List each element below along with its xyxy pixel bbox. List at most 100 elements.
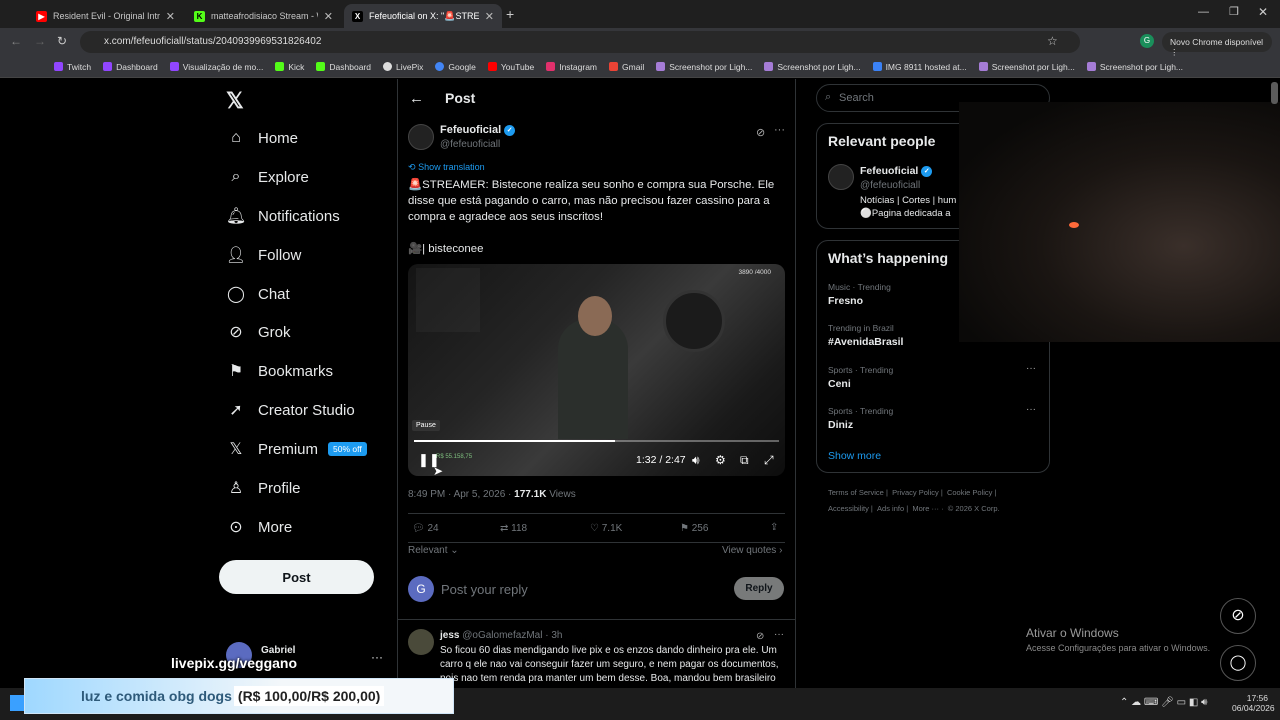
video-person	[558, 319, 628, 439]
volume-icon[interactable]: 🔊︎	[692, 453, 700, 468]
nav-follow[interactable]: 👤︎ Follow	[226, 240, 302, 270]
trend-item[interactable]: Trending in Brazil #AvenidaBrasil	[828, 323, 903, 348]
search-icon: ⌕	[825, 91, 832, 103]
reply-button[interactable]: Reply	[734, 577, 784, 600]
nav-explore[interactable]: ⌕ Explore	[226, 162, 309, 192]
grok-icon[interactable]: ⊘	[756, 631, 764, 642]
view-quotes-link[interactable]: View quotes ›	[722, 545, 782, 556]
address-bar[interactable]: x.com/fefeuoficiall/status/2040939969531…	[80, 31, 1080, 53]
repost-stat-button[interactable]: ⇄ 118	[500, 523, 527, 534]
reply-author[interactable]: jess @oGalomefazMal · 3h	[440, 630, 562, 641]
reply-author-avatar[interactable]	[408, 629, 434, 655]
back-button[interactable]: ←	[10, 34, 22, 48]
author-name[interactable]: Fefeuoficial ✓	[440, 124, 516, 136]
bookmark-item[interactable]: Google	[435, 62, 476, 72]
grok-icon[interactable]: ⊘	[756, 126, 765, 139]
person-avatar[interactable]	[828, 164, 854, 190]
nav-premium[interactable]: 𝕏 Premium 50% off	[226, 434, 367, 464]
person-name[interactable]: Fefeuoficial ✓	[860, 165, 933, 177]
activate-windows-subtitle: Acesse Configurações para ativar o Windo…	[1026, 643, 1211, 653]
close-icon[interactable]: ✕	[485, 10, 494, 23]
page-scrollbar[interactable]	[1271, 82, 1278, 104]
nav-notifications[interactable]: 🔔︎ Notifications	[226, 201, 340, 231]
show-translation-link[interactable]: ⟲ Show translation	[408, 162, 485, 173]
bookmark-item[interactable]: Gmail	[609, 62, 644, 72]
minimize-button[interactable]: —	[1198, 6, 1209, 18]
nav-grok[interactable]: ⊘ Grok	[226, 317, 290, 347]
share-icon[interactable]: ⇪	[770, 522, 778, 533]
tab-kick[interactable]: K matteafrodisiaco Stream - Watc✕	[186, 4, 341, 28]
messages-float-button[interactable]: ◯	[1220, 645, 1256, 681]
profile-avatar[interactable]: G	[1140, 34, 1154, 48]
new-tab-button[interactable]: +	[506, 6, 514, 22]
nav-bookmarks[interactable]: ⚑ Bookmarks	[226, 356, 333, 386]
nav-more[interactable]: ⊙ More	[226, 512, 292, 542]
maximize-button[interactable]: ❐	[1229, 5, 1239, 18]
bookmark-stat-button[interactable]: ⚑ 256	[680, 523, 708, 534]
reply-stat-button[interactable]: 💬︎ 24	[412, 523, 439, 534]
nav-profile[interactable]: ♙ Profile	[226, 473, 301, 503]
premium-badge: 50% off	[328, 442, 367, 456]
bookmark-item[interactable]: IMG 8911 hosted at...	[872, 62, 967, 72]
bookmark-item[interactable]: Dashboard	[103, 62, 158, 72]
home-icon: ⌂	[231, 129, 241, 146]
more-options-icon[interactable]: ···	[774, 124, 785, 136]
bookmark-item[interactable]: LivePix	[382, 62, 423, 72]
nav-chat[interactable]: ◯ Chat	[226, 279, 290, 309]
bookmark-item[interactable]: Screenshot por Ligh...	[764, 62, 861, 72]
post-button[interactable]: Post	[219, 560, 374, 594]
tray-icons[interactable]: ⌃ ☁ ⌨ 🎤︎ ▭ ◧ 🔊︎	[1120, 697, 1207, 708]
update-chrome-button[interactable]: Novo Chrome disponível ⋮	[1162, 32, 1272, 57]
like-stat-button[interactable]: ♡ 7.1K	[590, 523, 622, 534]
close-icon[interactable]: ✕	[324, 10, 333, 23]
reload-button[interactable]: ↻	[57, 34, 67, 48]
bookmark-item[interactable]: YouTube	[487, 62, 534, 72]
author-avatar[interactable]	[408, 124, 434, 150]
tab-x-post[interactable]: X Fefeuoficial on X: "🚨STREA ✕	[344, 4, 502, 28]
author-handle[interactable]: @fefeuoficiall	[440, 139, 500, 150]
bookmark-item[interactable]: Screenshot por Ligh...	[978, 62, 1075, 72]
video-money-overlay: R$ 55.158,75	[436, 454, 473, 460]
trend-item[interactable]: Sports · Trending Diniz	[828, 406, 893, 431]
video-progress-track[interactable]	[414, 440, 779, 442]
trend-more-icon[interactable]: ···	[1026, 404, 1036, 415]
video-progress-fill	[414, 440, 615, 442]
back-arrow-icon[interactable]: ←	[409, 90, 424, 107]
reply-input[interactable]: Post your reply	[441, 582, 528, 597]
reply-icon: 💬︎	[412, 523, 425, 534]
trend-item[interactable]: Sports · Trending Ceni	[828, 365, 893, 390]
account-menu-icon[interactable]: ···	[371, 650, 383, 664]
webcam-overlay	[959, 102, 1280, 342]
close-window-button[interactable]: ✕	[1258, 5, 1268, 19]
person-bio-line: Notícias | Cortes | hum	[860, 195, 957, 206]
taskbar-clock[interactable]: 17:56 06/04/2026	[1232, 693, 1275, 713]
forward-button[interactable]: →	[34, 34, 46, 48]
bookmark-star-icon[interactable]: ☆	[1047, 34, 1058, 48]
video-player[interactable]: 3890 /4000 Pause ❚❚ R$ 55.158,75 1:32 / …	[408, 264, 785, 476]
nav-creator-studio[interactable]: ➚ Creator Studio	[226, 395, 354, 425]
nav-home[interactable]: ⌂ Home	[226, 123, 298, 153]
bookmark-item[interactable]: Dashboard	[316, 62, 371, 72]
trend-item[interactable]: Music · Trending Fresno	[828, 282, 891, 307]
bookmark-item[interactable]: Visualização de mo...	[169, 62, 263, 72]
cigarette-ember	[1069, 222, 1079, 228]
search-icon: ⌕	[231, 168, 241, 185]
bookmark-item[interactable]: Kick	[275, 62, 304, 72]
divider	[397, 619, 796, 620]
close-icon[interactable]: ✕	[166, 10, 175, 23]
footer-links: Terms of Service | Privacy Policy | Cook…	[828, 488, 997, 497]
x-logo-icon[interactable]: 𝕏	[226, 88, 244, 114]
bookmark-item[interactable]: Instagram	[546, 62, 597, 72]
fullscreen-icon[interactable]: ⤢	[764, 453, 774, 468]
more-options-icon[interactable]: ···	[774, 629, 784, 640]
tab-youtube[interactable]: ▶ Resident Evil - Original Intro 19✕	[28, 4, 183, 28]
sort-relevant-dropdown[interactable]: Relevant ⌄	[408, 545, 459, 556]
bookmark-item[interactable]: Screenshot por Ligh...	[1086, 62, 1183, 72]
grok-float-button[interactable]: ⊘	[1220, 598, 1256, 634]
bookmark-item[interactable]: Screenshot por Ligh...	[656, 62, 752, 72]
trend-more-icon[interactable]: ···	[1026, 363, 1036, 374]
settings-gear-icon[interactable]: ⚙	[715, 453, 726, 467]
pip-icon[interactable]: ⧉	[740, 453, 749, 468]
bookmark-item[interactable]: Twitch	[54, 62, 91, 72]
show-more-link[interactable]: Show more	[828, 450, 881, 462]
